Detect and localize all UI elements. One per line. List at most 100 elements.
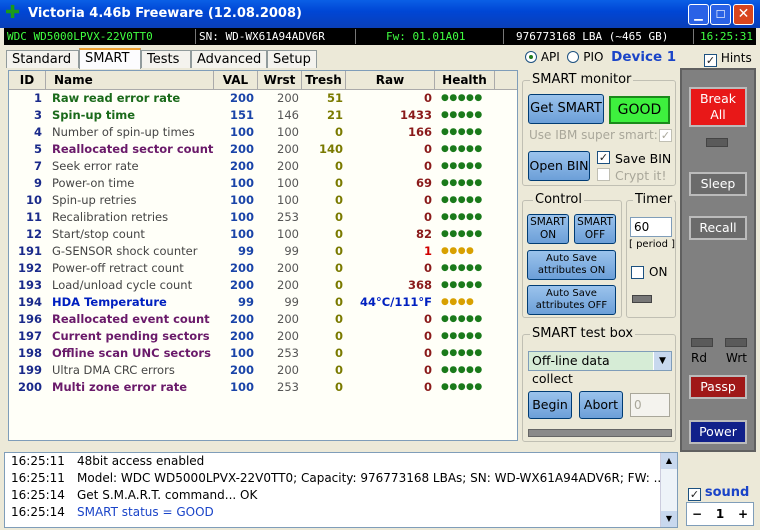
table-row[interactable]: 191 G-SENSOR shock counter 99 99 0 1 ●●●● [9, 243, 517, 260]
passp-button[interactable]: Passp [689, 375, 747, 399]
row-val: 100 [229, 346, 254, 360]
table-row[interactable]: 197 Current pending sectors 200 200 0 0 ●●●●● [9, 328, 517, 345]
pio-radio[interactable] [567, 51, 580, 63]
log-scrollbar[interactable]: ▲ ▼ [660, 453, 677, 527]
row-tresh: 0 [334, 244, 343, 258]
row-raw: 1 [423, 244, 432, 258]
col-val[interactable]: VAL [214, 71, 258, 89]
table-row[interactable]: 192 Power-off retract count 200 200 0 0 ●●●●● [9, 260, 517, 277]
save-bin-checkbox[interactable]: ✓ [597, 151, 610, 164]
smart-on-button[interactable]: SMART ON [527, 214, 569, 244]
table-row[interactable]: 11 Recalibration retries 100 253 0 0 ●●●●● [9, 209, 517, 226]
tab-standard[interactable]: Standard [6, 50, 79, 68]
read-indicator [691, 338, 713, 347]
crypt-checkbox[interactable] [597, 168, 610, 181]
timer-on-label: ON [649, 265, 668, 279]
row-tresh: 51 [326, 91, 343, 105]
table-row[interactable]: 9 Power-on time 100 100 0 69 ●●●●● [9, 175, 517, 192]
row-val: 200 [229, 278, 254, 292]
hints-toggle[interactable]: ✓ Hints [704, 51, 752, 67]
row-raw: 0 [423, 380, 432, 394]
table-row[interactable]: 1 Raw read error rate 200 200 51 0 ●●●●● [9, 90, 517, 107]
row-health: ●●●●● [441, 229, 483, 239]
log-text: Get S.M.A.R.T. command... OK [77, 488, 258, 502]
row-val: 200 [229, 142, 254, 156]
table-row[interactable]: 199 Ultra DMA CRC errors 200 200 0 0 ●●●●● [9, 362, 517, 379]
row-wrst: 253 [277, 210, 299, 224]
table-row[interactable]: 4 Number of spin-up times 100 100 0 166 ●●●●● [9, 124, 517, 141]
sound-checkbox[interactable]: ✓ [688, 488, 701, 501]
row-health: ●●●●● [441, 348, 483, 358]
device-label[interactable]: Device 1 [611, 49, 676, 65]
table-row[interactable]: 196 Reallocated event count 200 200 0 0 ●●●●● [9, 311, 517, 328]
table-row[interactable]: 7 Seek error rate 200 200 0 0 ●●●●● [9, 158, 517, 175]
row-name: Ultra DMA CRC errors [52, 363, 175, 377]
col-wrst[interactable]: Wrst [258, 71, 302, 89]
scroll-up-icon[interactable]: ▲ [661, 453, 677, 469]
smart-off-button[interactable]: SMART OFF [574, 214, 616, 244]
ibm-smart-checkbox[interactable]: ✓ [659, 129, 672, 142]
table-row[interactable]: 200 Multi zone error rate 100 253 0 0 ●●●●● [9, 379, 517, 396]
table-row[interactable]: 193 Load/unload cycle count 200 200 0 368 ●●●●… [9, 277, 517, 294]
table-row[interactable]: 10 Spin-up retries 100 100 0 0 ●●●●● [9, 192, 517, 209]
row-name: Recalibration retries [52, 210, 169, 224]
col-raw[interactable]: Raw [346, 71, 435, 89]
power-button[interactable]: Power [689, 420, 747, 444]
sleep-button[interactable]: Sleep [689, 172, 747, 196]
row-tresh: 0 [334, 227, 343, 241]
recall-button[interactable]: Recall [689, 216, 747, 240]
row-health: ●●●● [441, 246, 475, 256]
minus-icon[interactable]: − [689, 504, 705, 524]
drive-firmware: Fw: 01.01A01 [356, 29, 504, 44]
get-smart-button[interactable]: Get SMART [528, 94, 604, 124]
row-id: 197 [17, 329, 42, 343]
open-bin-button[interactable]: Open BIN [528, 151, 590, 181]
dropdown-arrow-icon[interactable]: ▼ [654, 352, 671, 370]
col-id[interactable]: ID [9, 71, 46, 89]
timer-input[interactable]: 60 [630, 217, 672, 237]
drive-model: WDC WD5000LPVX-22V0TT0 [4, 29, 196, 44]
tab-smart[interactable]: SMART [79, 48, 141, 69]
sound-toggle[interactable]: ✓ sound [688, 485, 749, 501]
row-val: 100 [229, 210, 254, 224]
begin-button[interactable]: Begin [528, 391, 572, 419]
row-id: 199 [17, 363, 42, 377]
tab-tests[interactable]: Tests [141, 50, 191, 68]
table-row[interactable]: 3 Spin-up time 151 146 21 1433 ●●●●● [9, 107, 517, 124]
row-id: 4 [33, 125, 42, 139]
row-val: 100 [229, 227, 254, 241]
plus-icon[interactable]: + [735, 504, 751, 524]
auto-save-off-button[interactable]: Auto Save attributes OFF [527, 285, 616, 315]
tab-advanced[interactable]: Advanced [191, 50, 267, 68]
abort-button[interactable]: Abort [579, 391, 623, 419]
hints-checkbox[interactable]: ✓ [704, 54, 717, 67]
test-type-select[interactable]: Off-line data collect ▼ [528, 351, 672, 386]
auto-save-on-button[interactable]: Auto Save attributes ON [527, 250, 616, 280]
table-row[interactable]: 12 Start/stop count 100 100 0 82 ●●●●● [9, 226, 517, 243]
api-radio[interactable] [525, 51, 537, 63]
row-val: 99 [237, 244, 254, 258]
row-wrst: 99 [284, 295, 299, 309]
scroll-down-icon[interactable]: ▼ [661, 511, 677, 527]
table-row[interactable]: 5 Reallocated sector count 200 200 140 0 ●●●●● [9, 141, 517, 158]
table-row[interactable]: 198 Offline scan UNC sectors 100 253 0 0 ●●●●● [9, 345, 517, 362]
row-val: 99 [237, 295, 254, 309]
test-progress-bar [528, 429, 672, 437]
minimize-button[interactable]: ▁ [688, 4, 709, 25]
maximize-button[interactable]: ☐ [710, 4, 731, 25]
col-tresh[interactable]: Tresh [302, 71, 346, 89]
timer-on-checkbox[interactable] [631, 266, 644, 279]
sound-stepper[interactable]: − 1 + [686, 502, 754, 526]
row-tresh: 0 [334, 346, 343, 360]
break-all-button[interactable]: Break All [689, 87, 747, 127]
row-val: 100 [229, 193, 254, 207]
row-health: ●●●●● [441, 263, 483, 273]
table-row[interactable]: 194 HDA Temperature 99 99 0 44°C/111°F ●●●● [9, 294, 517, 311]
row-health: ●●●●● [441, 127, 483, 137]
test-count-field: 0 [630, 393, 670, 417]
tab-setup[interactable]: Setup [267, 50, 317, 68]
smart-monitor-title: SMART monitor [530, 72, 634, 87]
col-health[interactable]: Health [435, 71, 495, 89]
col-name[interactable]: Name [46, 71, 214, 89]
close-button[interactable]: ✕ [733, 4, 754, 25]
